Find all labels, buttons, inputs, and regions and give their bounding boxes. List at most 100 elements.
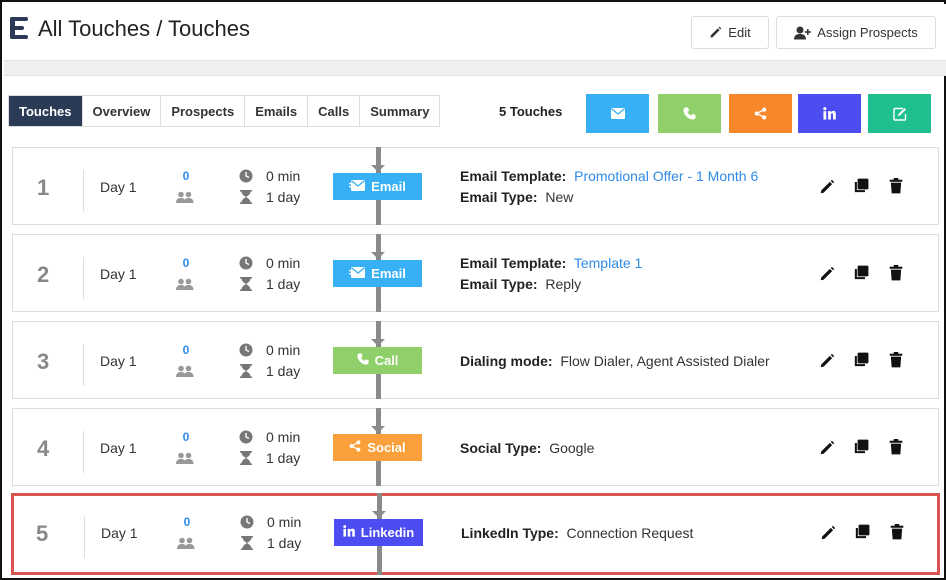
- touch-number: 1: [37, 175, 50, 200]
- touch-day: Day 1: [100, 440, 137, 456]
- touch-detail-line: Social Type: Google: [460, 440, 594, 456]
- edit-button[interactable]: Edit: [691, 16, 769, 49]
- touch-detail-line: LinkedIn Type: Connection Request: [461, 525, 693, 541]
- flow-arrow-icon: [371, 339, 385, 346]
- touch-wait: 1 day: [266, 189, 301, 205]
- touch-type-badge[interactable]: Linkedin: [334, 519, 423, 546]
- edit-touch-icon[interactable]: [819, 353, 835, 369]
- detail-value: Flow Dialer, Agent Assisted Dialer: [560, 353, 770, 369]
- touch-number: 3: [37, 349, 50, 374]
- envelope-icon: [349, 179, 366, 194]
- phone-icon: [357, 353, 369, 368]
- prospect-count[interactable]: 0: [181, 343, 191, 357]
- delete-touch-icon[interactable]: [888, 265, 904, 281]
- detail-value: New: [545, 189, 574, 205]
- touch-duration: 0 min: [266, 429, 301, 445]
- edit-touch-icon[interactable]: [819, 440, 835, 456]
- touch-type-badge[interactable]: Email: [333, 260, 422, 287]
- hourglass-icon: [240, 451, 252, 465]
- row-separator: [83, 257, 84, 299]
- copy-touch-icon[interactable]: [853, 265, 869, 281]
- edit-touch-icon[interactable]: [819, 266, 835, 282]
- touch-type-badge[interactable]: Social: [333, 434, 422, 461]
- template-link[interactable]: Promotional Offer - 1 Month 6: [574, 168, 758, 184]
- copy-touch-icon[interactable]: [853, 352, 869, 368]
- touch-wait: 1 day: [266, 450, 301, 466]
- add-task-touch-button[interactable]: [868, 94, 931, 133]
- tab-touches[interactable]: Touches: [9, 96, 83, 126]
- delete-touch-icon[interactable]: [888, 178, 904, 194]
- touch-duration: 0 min: [266, 255, 301, 271]
- touch-wait: 1 day: [267, 535, 302, 551]
- users-icon: [176, 452, 194, 464]
- touch-count: 5 Touches: [499, 104, 563, 119]
- envelope-icon: [349, 266, 366, 281]
- app-logo-icon: [10, 17, 28, 39]
- copy-touch-icon[interactable]: [853, 178, 869, 194]
- template-link[interactable]: Template 1: [574, 255, 642, 271]
- touch-number: 5: [36, 521, 49, 546]
- clock-icon: [239, 256, 253, 270]
- touch-day: Day 1: [100, 179, 137, 195]
- prospect-count[interactable]: 0: [181, 430, 191, 444]
- delete-touch-icon[interactable]: [889, 524, 905, 540]
- users-icon: [176, 365, 194, 377]
- tab-summary[interactable]: Summary: [360, 96, 440, 126]
- assign-prospects-button[interactable]: Assign Prospects: [776, 16, 936, 49]
- page-title: All Touches / Touches: [38, 16, 250, 41]
- flow-arrow-icon: [371, 165, 385, 172]
- header-divider: [4, 60, 946, 76]
- detail-value: Connection Request: [566, 525, 694, 541]
- tab-emails[interactable]: Emails: [245, 96, 309, 126]
- clock-icon: [239, 169, 253, 183]
- detail-label: Dialing mode:: [460, 353, 553, 369]
- hourglass-icon: [241, 536, 253, 550]
- delete-touch-icon[interactable]: [888, 352, 904, 368]
- share-icon: [349, 440, 361, 455]
- tab-calls[interactable]: Calls: [308, 96, 361, 126]
- touch-type-label: Linkedin: [360, 525, 415, 540]
- prospect-count[interactable]: 0: [182, 515, 192, 529]
- touch-type-badge[interactable]: Call: [333, 347, 422, 374]
- prospect-count[interactable]: 0: [181, 169, 191, 183]
- touch-row: 1 Day 1 0 0 min 1 day Email Email Templa…: [12, 147, 939, 225]
- touch-duration: 0 min: [266, 168, 301, 184]
- delete-touch-icon[interactable]: [888, 439, 904, 455]
- users-icon: [177, 537, 195, 549]
- copy-touch-icon[interactable]: [853, 439, 869, 455]
- linkedin-icon: [823, 107, 836, 120]
- hourglass-icon: [240, 364, 252, 378]
- add-social-touch-button[interactable]: [729, 94, 792, 133]
- add-linkedin-touch-button[interactable]: [798, 94, 861, 133]
- clock-icon: [239, 430, 253, 444]
- tab-prospects[interactable]: Prospects: [161, 96, 246, 126]
- tab-overview[interactable]: Overview: [82, 96, 162, 126]
- users-icon: [176, 191, 194, 203]
- row-separator: [83, 344, 84, 386]
- edit-button-label: Edit: [728, 25, 751, 40]
- flow-arrow-icon: [372, 511, 386, 518]
- touch-detail-line: Email Template: Promotional Offer - 1 Mo…: [460, 168, 758, 184]
- touch-type-badge[interactable]: Email: [333, 173, 422, 200]
- detail-value: Google: [549, 440, 595, 456]
- copy-touch-icon[interactable]: [854, 524, 870, 540]
- edit-touch-icon[interactable]: [819, 179, 835, 195]
- detail-label: Email Template:: [460, 168, 567, 184]
- touch-wait: 1 day: [266, 276, 301, 292]
- touch-day: Day 1: [101, 525, 138, 541]
- flow-arrow-icon: [371, 252, 385, 259]
- detail-label: Email Template:: [460, 255, 567, 271]
- touch-wait: 1 day: [266, 363, 301, 379]
- clock-icon: [239, 343, 253, 357]
- hourglass-icon: [240, 190, 252, 204]
- row-separator: [83, 431, 84, 473]
- prospect-count[interactable]: 0: [181, 256, 191, 270]
- touch-row: 2 Day 1 0 0 min 1 day Email Email Templa…: [12, 234, 939, 312]
- add-email-touch-button[interactable]: [586, 94, 649, 133]
- add-call-touch-button[interactable]: [658, 94, 721, 133]
- edit-touch-icon[interactable]: [820, 525, 836, 541]
- add-user-icon: [794, 26, 812, 39]
- detail-label: Email Type:: [460, 189, 538, 205]
- touch-detail-line: Email Template: Template 1: [460, 255, 642, 271]
- share-icon: [754, 107, 767, 120]
